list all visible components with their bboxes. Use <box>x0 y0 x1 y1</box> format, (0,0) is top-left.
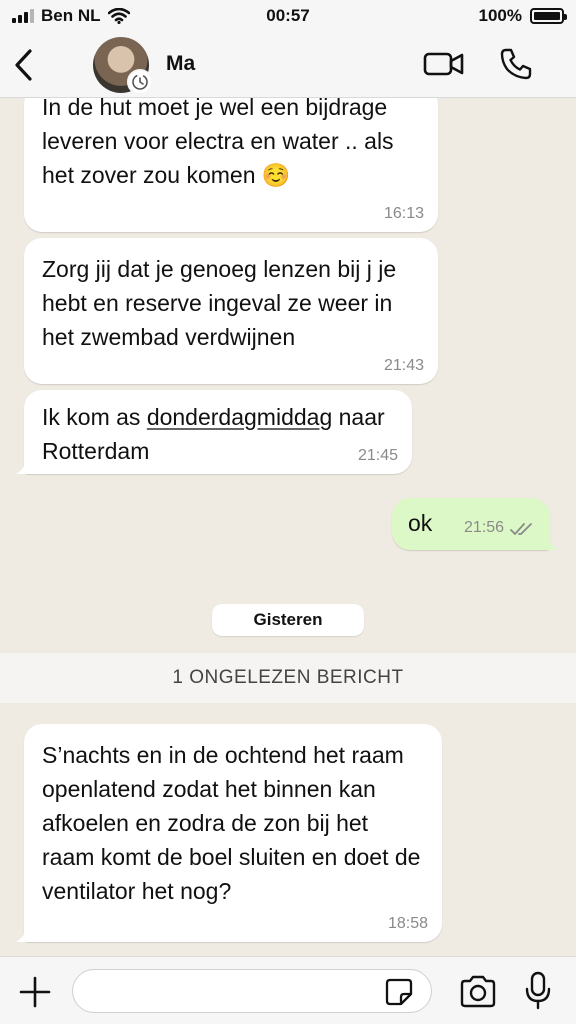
message-text: In de hut moet je wel een bijdrage lever… <box>42 98 394 188</box>
message-time: 21:56 <box>463 519 504 536</box>
date-link[interactable]: donderdagmiddag <box>147 404 332 430</box>
smiling-emoji: ☺️ <box>261 162 291 188</box>
message-time: 21:43 <box>383 357 424 374</box>
microphone-icon[interactable] <box>524 971 552 1011</box>
message-time: 21:45 <box>357 447 398 464</box>
message-bubble-incoming[interactable]: Zorg jij dat je genoeg lenzen bij j je h… <box>24 238 438 384</box>
battery-percent: 100% <box>478 6 522 25</box>
battery-icon <box>530 8 567 24</box>
message-bubble-outgoing[interactable]: ok 21:56 <box>392 498 558 550</box>
contact-name[interactable]: Ma <box>166 52 195 76</box>
message-input[interactable] <box>72 969 432 1013</box>
status-bar: Ben NL 00:57 100% <box>0 0 576 32</box>
phone-icon[interactable] <box>498 46 534 82</box>
composer-bar <box>0 956 576 1024</box>
bubble-tail <box>16 924 36 942</box>
message-bubble-incoming[interactable]: In de hut moet je wel een bijdrage lever… <box>24 98 438 232</box>
unread-banner: 1 ONGELEZEN BERICHT <box>0 653 576 703</box>
camera-icon[interactable] <box>458 975 498 1009</box>
back-icon[interactable] <box>12 47 36 83</box>
chat-area[interactable]: In de hut moet je wel een bijdrage lever… <box>0 98 576 956</box>
bubble-tail <box>16 456 36 474</box>
message-text: Ik kom as donderdagmiddag naar Rotterdam <box>42 404 385 464</box>
read-receipt-icon <box>510 523 532 535</box>
video-call-icon[interactable] <box>422 48 466 80</box>
disappearing-timer-icon <box>127 69 153 95</box>
message-time: 16:13 <box>383 205 424 222</box>
sticker-icon[interactable] <box>384 977 414 1007</box>
message-bubble-incoming[interactable]: S’nachts en in de ochtend het raam openl… <box>16 724 442 942</box>
battery-group: 100% <box>478 6 567 26</box>
date-separator: Gisteren <box>212 604 364 636</box>
plus-icon[interactable] <box>18 975 52 1009</box>
message-time: 18:58 <box>387 915 428 932</box>
message-bubble-incoming[interactable]: Ik kom as donderdagmiddag naar Rotterdam… <box>16 390 412 474</box>
message-text: Zorg jij dat je genoeg lenzen bij j je h… <box>42 256 397 350</box>
bubble-tail <box>538 532 558 550</box>
message-text: S’nachts en in de ochtend het raam openl… <box>42 742 421 904</box>
avatar[interactable] <box>93 37 153 95</box>
chat-header: Ma <box>0 32 576 98</box>
